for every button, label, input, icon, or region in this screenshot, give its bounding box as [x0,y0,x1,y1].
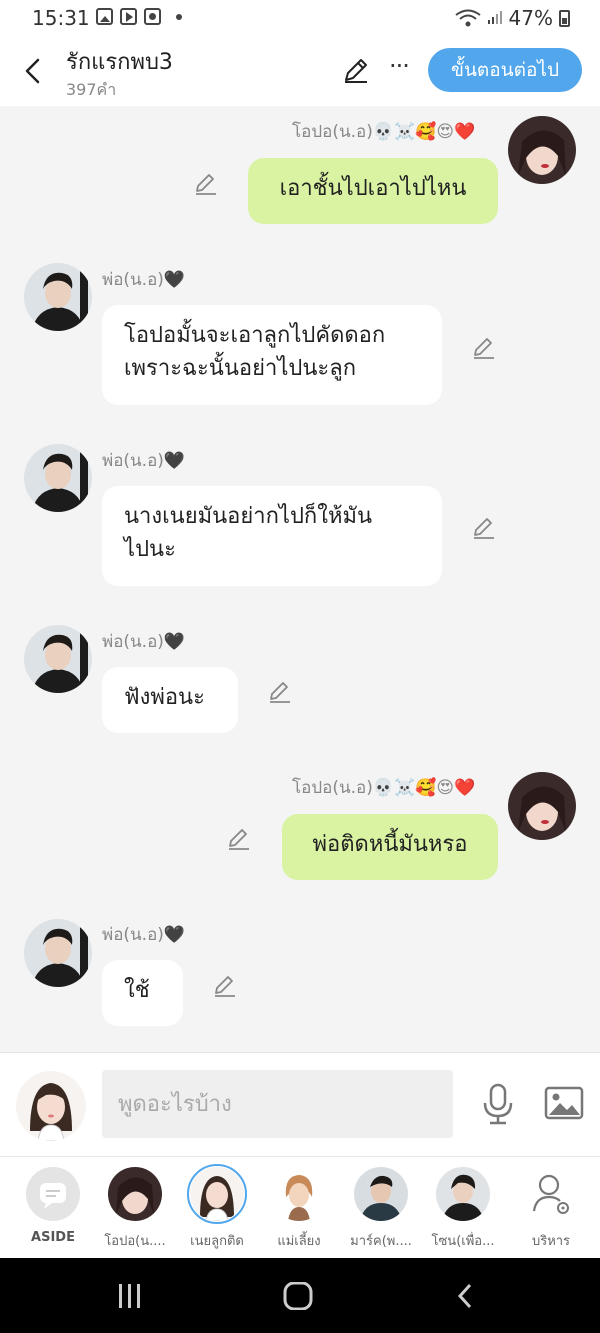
character-stepmother[interactable]: แม่เลี้ยง [259,1167,339,1251]
microphone-icon[interactable] [480,1083,516,1125]
edit-message-icon[interactable] [471,335,497,361]
signal-icon [487,6,503,30]
avatar-father[interactable] [24,263,92,331]
camera-notification-icon [144,8,161,25]
character-avatar [187,1164,247,1224]
notification-icons [96,8,182,25]
status-bar: 15:31 47% [0,0,600,36]
character-label: มาร์ค(พ.... [350,1234,412,1249]
story-title: รักแรกพบ3 [66,50,173,75]
character-son[interactable]: โซน(เพื่อ... [423,1167,503,1251]
edit-message-icon[interactable] [267,679,293,705]
character-selector: ASIDE โอปอ(น.... เนยลูกติด แม่เลี้ยง มาร… [0,1156,600,1258]
gallery-notification-icon [96,8,113,25]
character-label: เนยลูกติด [190,1234,244,1249]
character-label: โซน(เพื่อ... [431,1234,495,1249]
wifi-icon [454,9,481,27]
character-label: บริหาร [531,1234,571,1249]
message-author: พ่อ(น.อ)🖤 [102,925,186,945]
avatar-father[interactable] [24,444,92,512]
chat-area: โอปอ(น.อ)💀☠️🥰😍❤️ เอาชั้นไปเอาไปไหน พ่อ(น… [0,106,600,1052]
more-notifications-icon [176,13,182,20]
message-bubble: เอาชั้นไปเอาไปไหน [248,158,498,224]
battery-percent: 47% [508,6,553,30]
system-nav-bar [0,1258,600,1333]
character-label: โอปอ(น.... [104,1234,166,1249]
back-icon [457,1283,472,1309]
character-avatar [436,1167,490,1221]
message-bubble: ฟังพ่อนะ [102,667,238,733]
home-button[interactable] [278,1281,318,1311]
edit-button[interactable] [342,56,370,84]
current-character-avatar[interactable] [16,1071,86,1141]
more-options-button[interactable]: ··· [386,54,412,84]
message-author: โอปอ(น.อ)💀☠️🥰😍❤️ [292,778,476,798]
message-author: พ่อ(น.อ)🖤 [102,451,186,471]
message-bubble: โอปอมั้นจะเอาลูกไปคัดดอก เพราะฉะนั้นอย่า… [102,305,442,405]
character-avatar [272,1167,326,1221]
pencil-icon [345,59,367,83]
next-step-button[interactable]: ขั้นตอนต่อไป [428,48,582,92]
edit-message-icon[interactable] [471,515,497,541]
character-opor[interactable]: โอปอ(น.... [95,1167,175,1251]
top-header: รักแรกพบ3 397คำ ··· ขั้นตอนต่อไป [0,36,600,106]
image-icon[interactable] [544,1085,584,1121]
message-bubble: ใช้ [102,960,183,1026]
message-bubble: นางเนยมันอย่ากไปก็ให้มัน ไปนะ [102,486,442,586]
recent-apps-button[interactable] [110,1282,150,1310]
message-author: โอปอ(น.อ)💀☠️🥰😍❤️ [292,122,476,142]
character-avatar [354,1167,408,1221]
message-bubble: พ่อติดหนี้มันหรอ [282,814,498,880]
character-label: แม่เลี้ยง [277,1234,321,1249]
system-back-button[interactable] [446,1282,486,1310]
status-right: 47% [454,6,570,30]
recent-apps-icon [119,1284,140,1308]
character-aside[interactable]: ASIDE [13,1167,93,1245]
edit-message-icon[interactable] [226,826,252,852]
character-noei[interactable]: เนยลูกติด [177,1164,257,1251]
manage-characters-button[interactable]: บริหาร [511,1167,591,1251]
message-author: พ่อ(น.อ)🖤 [102,632,186,652]
play-notification-icon [120,8,137,25]
chevron-left-icon [25,58,40,84]
back-button[interactable] [20,54,46,88]
avatar-opor[interactable] [508,116,576,184]
edit-message-icon[interactable] [212,973,238,999]
character-mark[interactable]: มาร์ค(พ.... [341,1167,421,1251]
aside-icon [26,1167,80,1221]
avatar-opor[interactable] [508,772,576,840]
message-input-bar [0,1052,600,1156]
status-time: 15:31 [32,6,90,30]
battery-icon [559,9,570,27]
manage-users-icon [524,1167,578,1221]
avatar-father[interactable] [24,625,92,693]
word-count: 397คำ [66,80,117,99]
message-author: พ่อ(น.อ)🖤 [102,270,186,290]
character-avatar [108,1167,162,1221]
edit-message-icon[interactable] [193,171,219,197]
message-input[interactable] [102,1070,453,1138]
character-label: ASIDE [31,1230,75,1245]
home-icon [283,1281,313,1311]
avatar-father[interactable] [24,919,92,987]
